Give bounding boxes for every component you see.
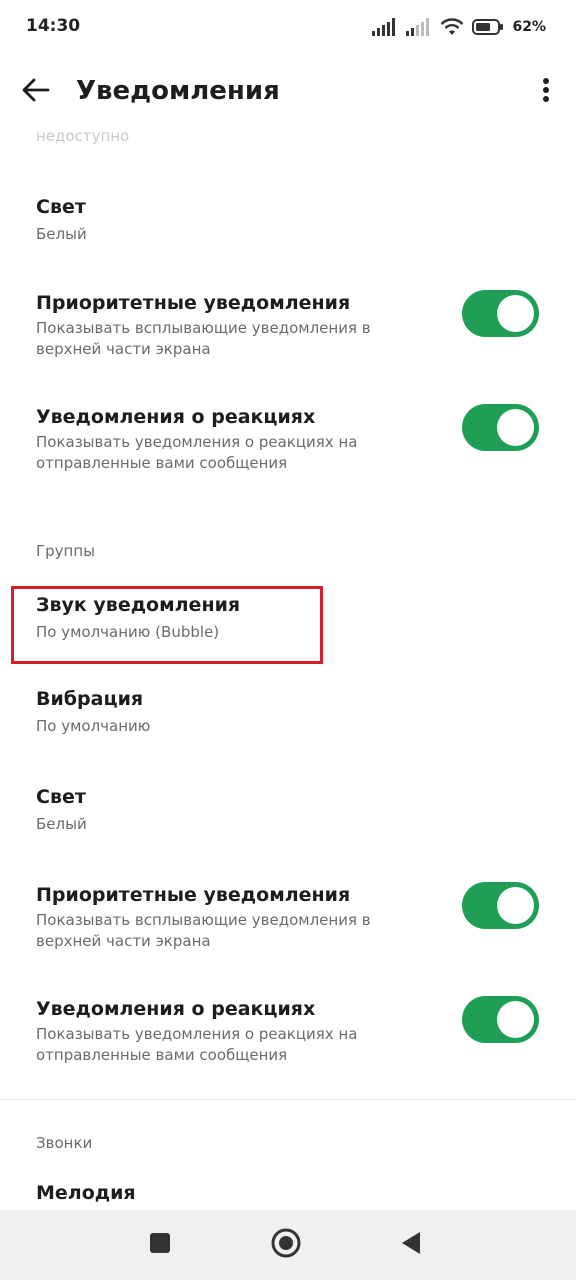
recents-button[interactable] — [142, 1227, 178, 1263]
notification-sound-title: Звук уведомления — [36, 594, 241, 616]
section-divider — [0, 1099, 576, 1100]
notification-sound-setting[interactable]: Звук уведомления По умолчанию (Bubble) — [0, 586, 576, 668]
section-header-groups: Группы — [36, 542, 96, 560]
light-value: Белый — [36, 815, 87, 833]
light-setting[interactable]: Свет Белый — [0, 774, 576, 854]
vibration-title: Вибрация — [36, 688, 144, 710]
app-bar: Уведомления — [0, 60, 576, 124]
reaction-notifications-toggle[interactable] — [462, 996, 539, 1043]
reaction-notifications-title: Уведомления о реакциях — [36, 406, 316, 428]
status-icons: 62% — [372, 14, 546, 40]
signal-icon — [372, 18, 398, 36]
battery-icon — [472, 18, 504, 36]
settings-list[interactable]: недоступно Свет Белый Приоритетные уведо… — [0, 124, 576, 1210]
priority-notifications-description: Показывать всплывающие уведомления в вер… — [36, 911, 371, 950]
light-title: Свет — [36, 786, 86, 808]
priority-notifications-setting[interactable]: Приоритетные уведомления Показывать вспл… — [0, 274, 576, 374]
priority-notifications-toggle[interactable] — [462, 290, 539, 337]
reaction-notifications-toggle[interactable] — [462, 404, 539, 451]
ringtone-title: Мелодия — [36, 1182, 136, 1204]
reaction-notifications-description: Показывать уведомления о реакциях на отп… — [36, 1025, 358, 1064]
reaction-notifications-title: Уведомления о реакциях — [36, 998, 316, 1020]
more-options-button[interactable] — [530, 70, 562, 114]
priority-notifications-setting[interactable]: Приоритетные уведомления Показывать вспл… — [0, 866, 576, 966]
vibration-value: По умолчанию — [36, 717, 151, 735]
notification-sound-value: По умолчанию (Bubble) — [36, 623, 220, 641]
battery-percent: 62% — [512, 19, 546, 35]
reaction-notifications-description: Показывать уведомления о реакциях на отп… — [36, 433, 358, 472]
page-title: Уведомления — [76, 76, 280, 106]
reaction-notifications-setting[interactable]: Уведомления о реакциях Показывать уведом… — [0, 980, 576, 1080]
system-back-button[interactable] — [393, 1227, 429, 1263]
back-triangle-icon — [400, 1231, 422, 1259]
toggle-knob — [497, 887, 534, 924]
more-vert-icon — [542, 77, 550, 107]
light-title: Свет — [36, 196, 86, 218]
toggle-knob — [497, 409, 534, 446]
home-circle-icon — [270, 1227, 302, 1263]
light-setting[interactable]: Свет Белый — [0, 180, 576, 260]
wifi-icon — [440, 18, 464, 36]
home-button[interactable] — [268, 1227, 304, 1263]
priority-notifications-title: Приоритетные уведомления — [36, 884, 351, 906]
toggle-knob — [497, 1001, 534, 1038]
reaction-notifications-setting[interactable]: Уведомления о реакциях Показывать уведом… — [0, 388, 576, 488]
system-nav-bar — [0, 1210, 576, 1280]
priority-notifications-description: Показывать всплывающие уведомления в вер… — [36, 319, 371, 358]
back-button[interactable] — [14, 70, 58, 114]
priority-notifications-title: Приоритетные уведомления — [36, 292, 351, 314]
signal-weak-icon — [406, 18, 432, 36]
partial-item-subtitle: недоступно — [36, 127, 130, 145]
status-bar: 14:30 62% — [0, 0, 576, 54]
priority-notifications-toggle[interactable] — [462, 882, 539, 929]
toggle-knob — [497, 295, 534, 332]
status-time: 14:30 — [26, 16, 81, 36]
arrow-back-icon — [22, 78, 50, 106]
section-header-calls: Звонки — [36, 1134, 93, 1152]
light-value: Белый — [36, 225, 87, 243]
recents-square-icon — [149, 1232, 171, 1258]
ringtone-setting[interactable]: Мелодия — [0, 1170, 576, 1210]
vibration-setting[interactable]: Вибрация По умолчанию — [0, 676, 576, 756]
